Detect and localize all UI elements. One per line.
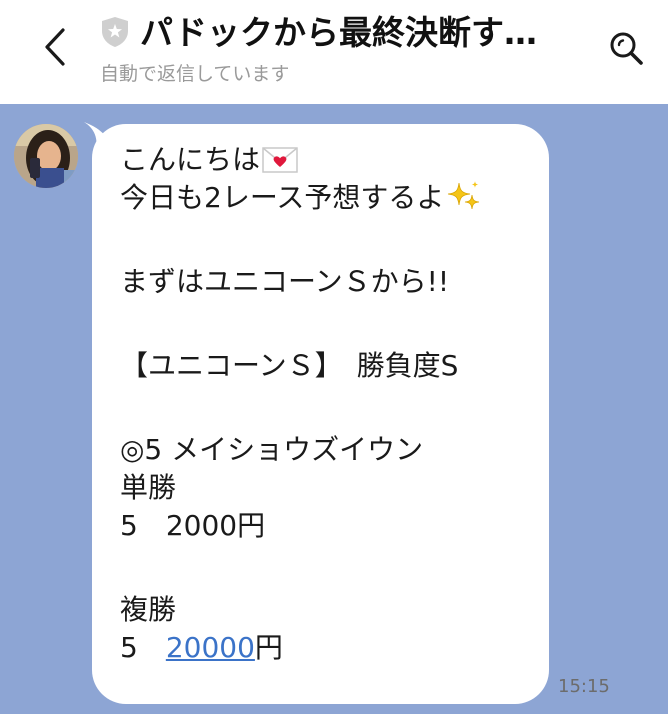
- message-line: ◎5 メイショウズイウン: [120, 433, 424, 466]
- search-button[interactable]: [602, 24, 650, 72]
- chevron-left-icon: [45, 28, 65, 66]
- chat-title[interactable]: パドックから最終決断す…: [140, 12, 570, 54]
- message-line: こんにちは: [120, 141, 529, 179]
- message-timestamp: 15:15: [558, 676, 610, 697]
- chat-header: パドックから最終決断す… 自動で返信しています: [0, 0, 668, 104]
- message-line: 5 2000円: [120, 509, 266, 542]
- message-line: 【ユニコーンＳ】 勝負度S: [120, 349, 459, 382]
- back-button[interactable]: [30, 22, 80, 72]
- auto-reply-status: 自動で返信しています: [100, 63, 290, 85]
- message-line: 5 20000円: [120, 631, 283, 664]
- love-letter-icon: [262, 147, 298, 173]
- message-bubble[interactable]: こんにちは 今日も2レース予想するよ まずはユニコーンＳから!! 【ユニコーンＳ…: [92, 124, 549, 704]
- shield-icon: [102, 17, 128, 47]
- message-line: 複勝: [120, 593, 177, 626]
- message-line: 単勝: [120, 471, 177, 504]
- message-line: 今日も2レース予想するよ: [120, 179, 529, 217]
- avatar-image: [14, 124, 78, 188]
- search-icon: [610, 32, 643, 65]
- sparkles-icon: [448, 181, 480, 210]
- message-line: まずはユニコーンＳから!!: [120, 265, 450, 298]
- avatar[interactable]: [14, 124, 78, 188]
- number-link[interactable]: 20000: [166, 631, 255, 664]
